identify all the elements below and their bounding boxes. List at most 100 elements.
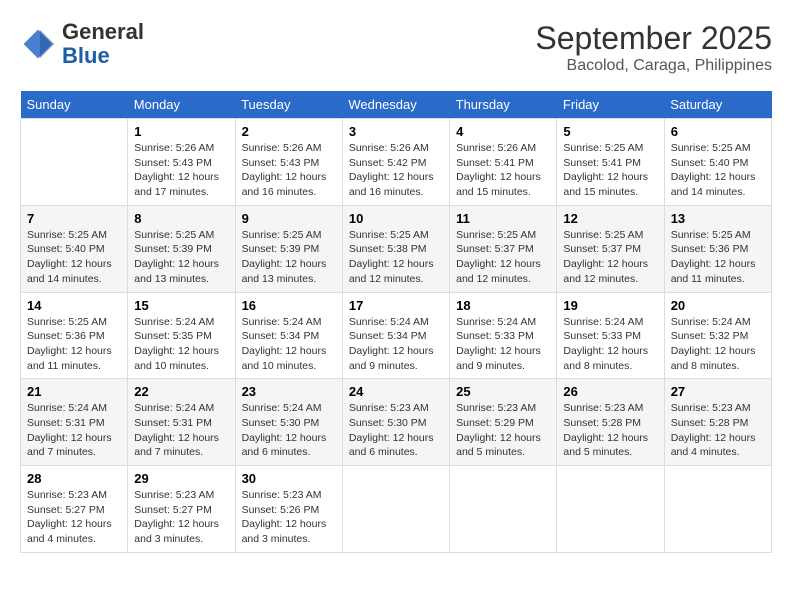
calendar-cell: 24 Sunrise: 5:23 AM Sunset: 5:30 PM Dayli… (342, 379, 449, 466)
day-info: Sunrise: 5:23 AM Sunset: 5:27 PM Dayligh… (134, 488, 228, 547)
header-day-sunday: Sunday (21, 91, 128, 119)
day-info: Sunrise: 5:24 AM Sunset: 5:32 PM Dayligh… (671, 315, 765, 374)
day-number: 1 (134, 124, 228, 139)
calendar-cell: 19 Sunrise: 5:24 AM Sunset: 5:33 PM Dayli… (557, 292, 664, 379)
calendar-cell: 29 Sunrise: 5:23 AM Sunset: 5:27 PM Dayli… (128, 466, 235, 553)
day-number: 20 (671, 298, 765, 313)
calendar-cell: 4Sunrise: 5:26 AM Sunset: 5:41 PM Daylig… (450, 119, 557, 206)
day-number: 17 (349, 298, 443, 313)
day-number: 19 (563, 298, 657, 313)
header-day-tuesday: Tuesday (235, 91, 342, 119)
day-info: Sunrise: 5:25 AM Sunset: 5:36 PM Dayligh… (27, 315, 121, 374)
calendar-cell: 13 Sunrise: 5:25 AM Sunset: 5:36 PM Dayli… (664, 205, 771, 292)
day-info: Sunrise: 5:24 AM Sunset: 5:31 PM Dayligh… (27, 401, 121, 460)
calendar-cell: 17Sunrise: 5:24 AM Sunset: 5:34 PM Dayli… (342, 292, 449, 379)
calendar-week-row: 1 Sunrise: 5:26 AM Sunset: 5:43 PM Daylig… (21, 119, 772, 206)
calendar-cell: 14 Sunrise: 5:25 AM Sunset: 5:36 PM Dayli… (21, 292, 128, 379)
day-number: 22 (134, 384, 228, 399)
calendar-cell: 18Sunrise: 5:24 AM Sunset: 5:33 PM Dayli… (450, 292, 557, 379)
day-number: 28 (27, 471, 121, 486)
day-number: 5 (563, 124, 657, 139)
calendar-cell (450, 466, 557, 553)
calendar-cell: 28 Sunrise: 5:23 AM Sunset: 5:27 PM Dayli… (21, 466, 128, 553)
day-info: Sunrise: 5:25 AM Sunset: 5:41 PM Dayligh… (563, 141, 657, 200)
day-info: Sunrise: 5:23 AM Sunset: 5:28 PM Dayligh… (671, 401, 765, 460)
calendar-title: September 2025 (535, 20, 772, 57)
day-info: Sunrise: 5:24 AM Sunset: 5:30 PM Dayligh… (242, 401, 336, 460)
day-number: 25 (456, 384, 550, 399)
calendar-cell (557, 466, 664, 553)
day-number: 12 (563, 211, 657, 226)
calendar-cell: 25 Sunrise: 5:23 AM Sunset: 5:29 PM Dayli… (450, 379, 557, 466)
calendar-week-row: 28 Sunrise: 5:23 AM Sunset: 5:27 PM Dayli… (21, 466, 772, 553)
calendar-cell: 12Sunrise: 5:25 AM Sunset: 5:37 PM Dayli… (557, 205, 664, 292)
day-number: 23 (242, 384, 336, 399)
day-info: Sunrise: 5:25 AM Sunset: 5:38 PM Dayligh… (349, 228, 443, 287)
calendar-cell: 5 Sunrise: 5:25 AM Sunset: 5:41 PM Daylig… (557, 119, 664, 206)
day-number: 6 (671, 124, 765, 139)
day-info: Sunrise: 5:24 AM Sunset: 5:33 PM Dayligh… (456, 315, 550, 374)
title-block: September 2025 Bacolod, Caraga, Philippi… (535, 20, 772, 75)
day-number: 3 (349, 124, 443, 139)
day-number: 11 (456, 211, 550, 226)
day-info: Sunrise: 5:23 AM Sunset: 5:28 PM Dayligh… (563, 401, 657, 460)
day-info: Sunrise: 5:25 AM Sunset: 5:40 PM Dayligh… (671, 141, 765, 200)
day-info: Sunrise: 5:25 AM Sunset: 5:40 PM Dayligh… (27, 228, 121, 287)
calendar-cell: 22Sunrise: 5:24 AM Sunset: 5:31 PM Dayli… (128, 379, 235, 466)
day-number: 8 (134, 211, 228, 226)
calendar-header-row: SundayMondayTuesdayWednesdayThursdayFrid… (21, 91, 772, 119)
day-info: Sunrise: 5:24 AM Sunset: 5:33 PM Dayligh… (563, 315, 657, 374)
header-day-monday: Monday (128, 91, 235, 119)
calendar-cell: 26Sunrise: 5:23 AM Sunset: 5:28 PM Dayli… (557, 379, 664, 466)
day-info: Sunrise: 5:24 AM Sunset: 5:34 PM Dayligh… (242, 315, 336, 374)
calendar-week-row: 21 Sunrise: 5:24 AM Sunset: 5:31 PM Dayli… (21, 379, 772, 466)
calendar-cell (21, 119, 128, 206)
day-number: 21 (27, 384, 121, 399)
day-info: Sunrise: 5:24 AM Sunset: 5:35 PM Dayligh… (134, 315, 228, 374)
day-info: Sunrise: 5:25 AM Sunset: 5:36 PM Dayligh… (671, 228, 765, 287)
day-number: 27 (671, 384, 765, 399)
logo: General Blue (20, 20, 144, 68)
calendar-subtitle: Bacolod, Caraga, Philippines (535, 57, 772, 75)
page-header: General Blue September 2025 Bacolod, Car… (20, 20, 772, 75)
calendar-cell: 27 Sunrise: 5:23 AM Sunset: 5:28 PM Dayli… (664, 379, 771, 466)
day-info: Sunrise: 5:23 AM Sunset: 5:27 PM Dayligh… (27, 488, 121, 547)
calendar-cell: 2 Sunrise: 5:26 AM Sunset: 5:43 PM Daylig… (235, 119, 342, 206)
header-day-friday: Friday (557, 91, 664, 119)
day-number: 29 (134, 471, 228, 486)
day-number: 4 (456, 124, 550, 139)
day-info: Sunrise: 5:26 AM Sunset: 5:43 PM Dayligh… (134, 141, 228, 200)
day-number: 24 (349, 384, 443, 399)
day-number: 7 (27, 211, 121, 226)
day-number: 9 (242, 211, 336, 226)
day-info: Sunrise: 5:25 AM Sunset: 5:39 PM Dayligh… (134, 228, 228, 287)
day-number: 13 (671, 211, 765, 226)
day-number: 15 (134, 298, 228, 313)
day-number: 14 (27, 298, 121, 313)
day-info: Sunrise: 5:25 AM Sunset: 5:37 PM Dayligh… (456, 228, 550, 287)
calendar-cell: 10 Sunrise: 5:25 AM Sunset: 5:38 PM Dayli… (342, 205, 449, 292)
calendar-cell: 30 Sunrise: 5:23 AM Sunset: 5:26 PM Dayli… (235, 466, 342, 553)
calendar-cell: 9Sunrise: 5:25 AM Sunset: 5:39 PM Daylig… (235, 205, 342, 292)
day-info: Sunrise: 5:23 AM Sunset: 5:30 PM Dayligh… (349, 401, 443, 460)
day-number: 16 (242, 298, 336, 313)
day-number: 30 (242, 471, 336, 486)
calendar-cell (342, 466, 449, 553)
calendar-cell: 20 Sunrise: 5:24 AM Sunset: 5:32 PM Dayli… (664, 292, 771, 379)
logo-text: General Blue (62, 20, 144, 68)
header-day-saturday: Saturday (664, 91, 771, 119)
calendar-cell: 6 Sunrise: 5:25 AM Sunset: 5:40 PM Daylig… (664, 119, 771, 206)
day-number: 2 (242, 124, 336, 139)
day-info: Sunrise: 5:23 AM Sunset: 5:29 PM Dayligh… (456, 401, 550, 460)
calendar-week-row: 7 Sunrise: 5:25 AM Sunset: 5:40 PM Daylig… (21, 205, 772, 292)
header-day-thursday: Thursday (450, 91, 557, 119)
day-info: Sunrise: 5:23 AM Sunset: 5:26 PM Dayligh… (242, 488, 336, 547)
calendar-table: SundayMondayTuesdayWednesdayThursdayFrid… (20, 91, 772, 553)
calendar-week-row: 14 Sunrise: 5:25 AM Sunset: 5:36 PM Dayli… (21, 292, 772, 379)
calendar-cell: 11 Sunrise: 5:25 AM Sunset: 5:37 PM Dayli… (450, 205, 557, 292)
calendar-cell: 1 Sunrise: 5:26 AM Sunset: 5:43 PM Daylig… (128, 119, 235, 206)
day-number: 10 (349, 211, 443, 226)
calendar-cell: 23 Sunrise: 5:24 AM Sunset: 5:30 PM Dayli… (235, 379, 342, 466)
day-info: Sunrise: 5:26 AM Sunset: 5:43 PM Dayligh… (242, 141, 336, 200)
calendar-cell: 7 Sunrise: 5:25 AM Sunset: 5:40 PM Daylig… (21, 205, 128, 292)
